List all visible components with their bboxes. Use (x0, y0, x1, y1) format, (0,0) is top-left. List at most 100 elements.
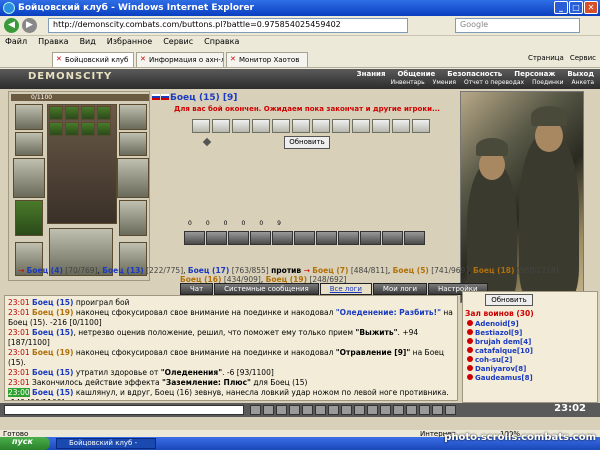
amulet-slot[interactable] (119, 104, 147, 130)
chat-tool-icon[interactable] (263, 405, 274, 415)
chat-tool-icon[interactable] (250, 405, 261, 415)
refresh-button[interactable]: Обновить (284, 136, 330, 149)
back-arrow-icon[interactable]: ◀ (4, 18, 19, 33)
opponent-name[interactable]: Боец (15) [9] (170, 93, 237, 103)
room-refresh-button[interactable]: Обновить (485, 294, 533, 306)
tab-my-logs[interactable]: Мои логи (372, 283, 427, 295)
tab-monitor[interactable]: ✕ Монитор Хаотов (226, 52, 308, 67)
search-input[interactable]: Google (455, 18, 580, 33)
nav-exit[interactable]: Выход (567, 70, 594, 78)
start-button[interactable]: пуск (0, 437, 50, 450)
fighter-name[interactable]: Боец (5) (393, 266, 429, 275)
tools-menu[interactable]: Сервис (570, 54, 596, 62)
nav-skills[interactable]: Умения (433, 79, 456, 86)
taskbar-item[interactable]: Бойцовский клуб - (56, 438, 156, 449)
page-menu[interactable]: Страница (528, 54, 564, 62)
ring-slot[interactable] (119, 132, 147, 156)
menu-help[interactable]: Справка (204, 37, 239, 49)
helmet-slot[interactable] (15, 104, 43, 130)
chat-tool-icon[interactable] (341, 405, 352, 415)
fighter-name[interactable]: Боец (17) (188, 266, 229, 275)
tab-info[interactable]: ✕Информация о ахн-лес (136, 52, 224, 67)
player-item[interactable]: Daniyarov[8] (467, 365, 533, 374)
tab-close-icon[interactable]: ✕ (230, 55, 236, 63)
fighter-name[interactable]: Боец (18) (473, 266, 514, 275)
item-slot[interactable] (65, 106, 79, 120)
player-item[interactable]: brujah dem[4] (467, 338, 533, 347)
armor-slot[interactable] (15, 200, 43, 236)
menu-edit[interactable]: Правка (38, 37, 68, 49)
minimize-button[interactable]: _ (554, 1, 568, 14)
chat-tool-icon[interactable] (276, 405, 287, 415)
battle-teams: → Боец (4) [70/769], Боец (13) [222/775]… (18, 266, 562, 275)
tab-system-messages[interactable]: Системные сообщения (214, 283, 319, 295)
nav-profile[interactable]: Анкета (571, 79, 594, 86)
skill-button[interactable] (316, 231, 337, 245)
player-item[interactable]: Bestiazol[9] (467, 329, 533, 338)
item-slot[interactable] (81, 106, 95, 120)
chat-tool-icon[interactable] (315, 405, 326, 415)
tab-all-logs[interactable]: Все логи (319, 283, 372, 295)
chat-tool-icon[interactable] (367, 405, 378, 415)
player-item[interactable]: coh-su[2] (467, 356, 533, 365)
menu-favorites[interactable]: Избранное (107, 37, 152, 49)
maximize-button[interactable]: □ (569, 1, 583, 14)
nav-knowledge[interactable]: Знания (357, 70, 386, 78)
chat-tool-icon[interactable] (406, 405, 417, 415)
skill-button[interactable] (272, 231, 293, 245)
item-slot[interactable] (97, 106, 111, 120)
chat-tool-icon[interactable] (419, 405, 430, 415)
nav-inventory[interactable]: Инвентарь (391, 79, 425, 86)
fighter-name[interactable]: Боец (13) (102, 266, 143, 275)
player-item[interactable]: Gaudeamus[8] (467, 374, 533, 383)
skill-button[interactable] (404, 231, 425, 245)
skill-button[interactable] (360, 231, 381, 245)
skill-button[interactable] (250, 231, 271, 245)
tab-fight-club[interactable]: ✕ Бойцовский клуб (52, 52, 134, 67)
skill-button[interactable] (338, 231, 359, 245)
url-field[interactable]: http://demonscity.combats.com/buttons.pl… (48, 18, 408, 33)
chat-input[interactable] (4, 405, 244, 415)
skill-button[interactable] (184, 231, 205, 245)
nav-fights[interactable]: Поединки (532, 79, 563, 86)
fighter-name[interactable]: Боец (4) (27, 266, 63, 275)
nav-character[interactable]: Персонаж (514, 70, 555, 78)
close-button[interactable]: ✕ (584, 1, 598, 14)
fighter-name[interactable]: Боец (7) (312, 266, 348, 275)
chat-tool-icon[interactable] (328, 405, 339, 415)
menu-tools[interactable]: Сервис (163, 37, 193, 49)
nav-security[interactable]: Безопасность (447, 70, 502, 78)
skill-button[interactable] (206, 231, 227, 245)
window-title-bar: Бойцовский клуб - Windows Internet Explo… (0, 0, 600, 16)
weapon-slot[interactable] (13, 158, 45, 198)
gloves-slot[interactable] (119, 200, 147, 236)
menu-file[interactable]: Файл (5, 37, 27, 49)
nav-transfers[interactable]: Отчет о переводах (464, 79, 524, 86)
chat-tool-icon[interactable] (289, 405, 300, 415)
menu-view[interactable]: Вид (80, 37, 96, 49)
chat-tool-icon[interactable] (380, 405, 391, 415)
chat-tool-icon[interactable] (445, 405, 456, 415)
chat-tool-icon[interactable] (302, 405, 313, 415)
nav-chat[interactable]: Общение (397, 70, 435, 78)
chat-tool-icon[interactable] (432, 405, 443, 415)
player-item[interactable]: Adenoid[9] (467, 320, 533, 329)
tab-close-icon[interactable]: ✕ (56, 55, 62, 63)
item-slot[interactable] (49, 122, 63, 136)
character-equipment: 0/1100 (8, 91, 150, 281)
item-slot[interactable] (81, 122, 95, 136)
item-slot[interactable] (65, 122, 79, 136)
item-slot[interactable] (97, 122, 111, 136)
tab-close-icon[interactable]: ✕ (140, 55, 146, 63)
bracer-slot[interactable] (15, 132, 43, 156)
skill-button[interactable] (382, 231, 403, 245)
chat-tool-icon[interactable] (354, 405, 365, 415)
skill-button[interactable] (228, 231, 249, 245)
tab-chat[interactable]: Чат (180, 283, 214, 295)
item-slot[interactable] (49, 106, 63, 120)
offhand-slot[interactable] (117, 158, 149, 198)
chat-tool-icon[interactable] (393, 405, 404, 415)
player-item[interactable]: catafalque[10] (467, 347, 533, 356)
forward-arrow-icon[interactable]: ▶ (22, 18, 37, 33)
skill-button[interactable] (294, 231, 315, 245)
